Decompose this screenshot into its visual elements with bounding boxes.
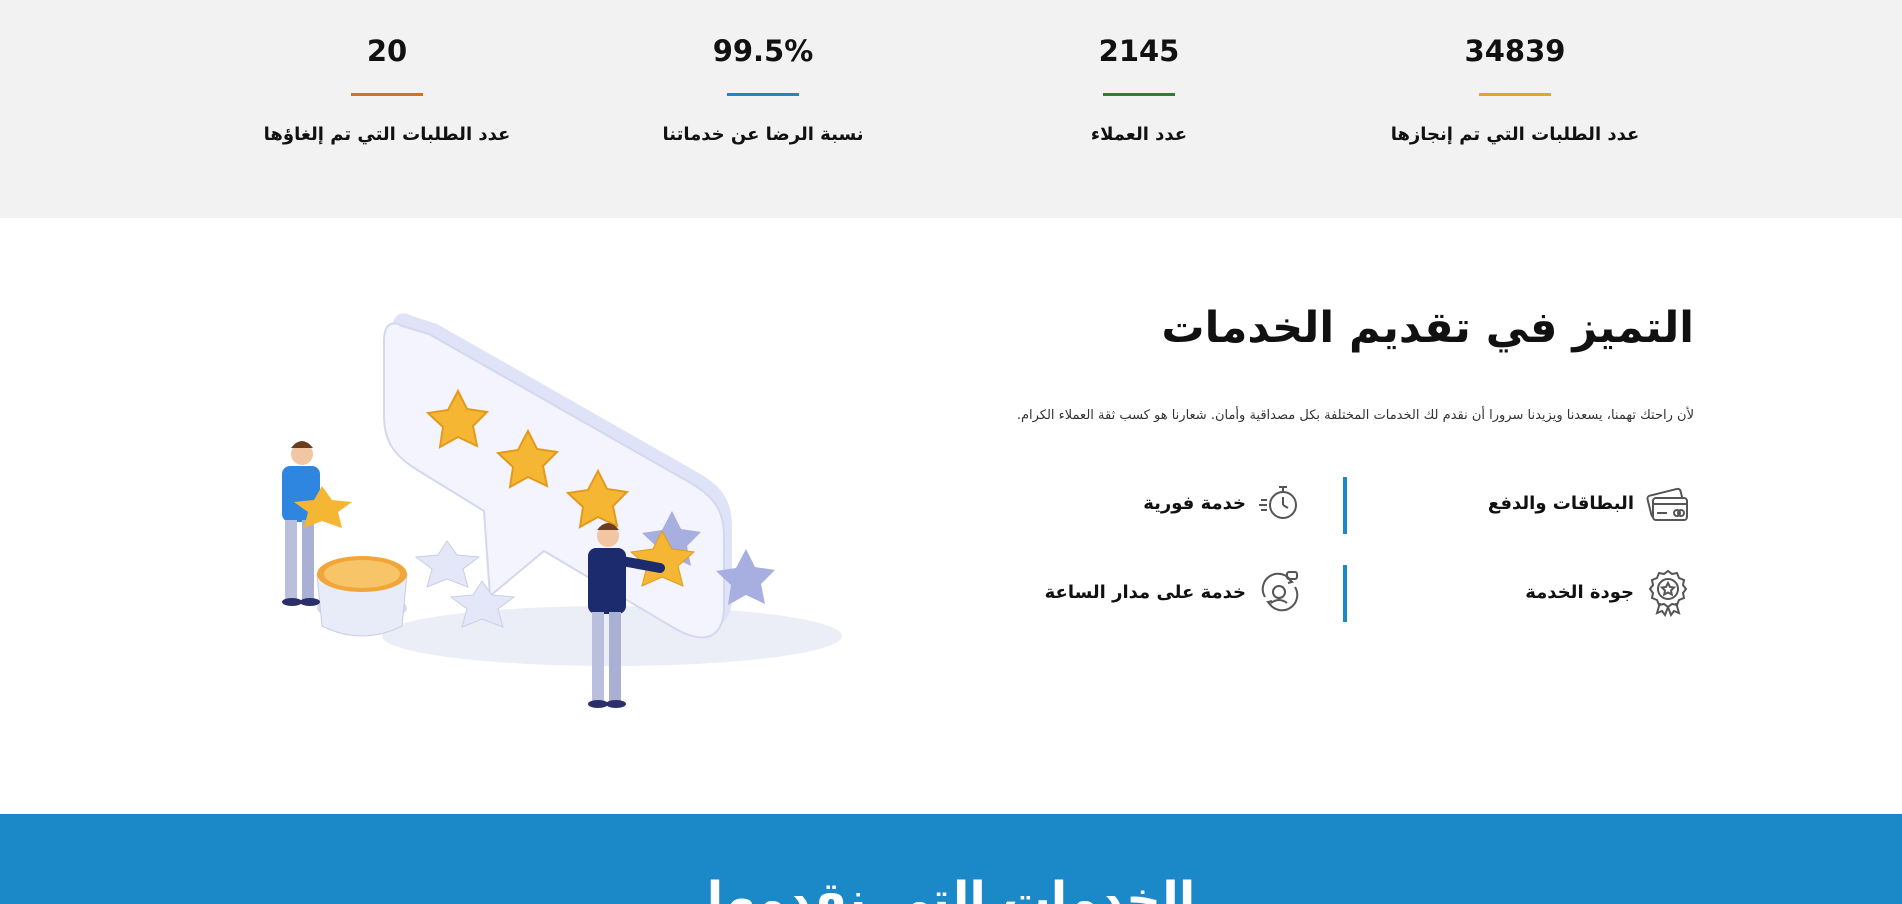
stat-underline: [1103, 93, 1175, 96]
stat-underline: [727, 93, 799, 96]
feature-round-the-clock: خدمة على مدار الساعة: [1045, 563, 1306, 621]
feature-divider: [1343, 477, 1347, 534]
feature-label: البطاقات والدفع: [1487, 492, 1634, 514]
support-agent-icon: [1254, 566, 1306, 618]
stat-label: عدد الطلبات التي تم إلغاؤها: [263, 124, 511, 145]
credit-card-icon: [1642, 477, 1694, 529]
services-section: الخدمات التي نقدمها: [0, 814, 1902, 904]
services-title: الخدمات التي نقدمها: [706, 872, 1196, 904]
features-title: التميز في تقديم الخدمات: [1161, 303, 1694, 353]
stat-label: عدد الطلبات التي تم إنجازها: [1390, 124, 1640, 145]
feature-instant-service: خدمة فورية: [1143, 474, 1306, 532]
stat-label: عدد العملاء: [1090, 124, 1188, 145]
features-section: التميز في تقديم الخدمات لأن راحتك تهمنا،…: [0, 218, 1902, 814]
award-badge-icon: [1642, 566, 1694, 618]
feature-label: خدمة على مدار الساعة: [1044, 581, 1246, 603]
feature-service-quality: جودة الخدمة: [1525, 563, 1694, 621]
stat-underline: [1479, 93, 1551, 96]
feature-divider: [1343, 565, 1347, 622]
stopwatch-icon: [1254, 477, 1306, 529]
feature-cards-payment: البطاقات والدفع: [1488, 474, 1694, 532]
feature-label: جودة الخدمة: [1525, 581, 1634, 603]
stat-underline: [351, 93, 423, 96]
stats-section: 34839 عدد الطلبات التي تم إنجازها 2145 ع…: [0, 0, 1902, 218]
features-description: لأن راحتك تهمنا، يسعدنا ويزيدنا سرورا أن…: [1016, 408, 1694, 423]
stat-label: نسبة الرضا عن خدماتنا: [662, 124, 864, 145]
stat-value: 34839: [1464, 34, 1566, 68]
stat-value: 20: [366, 34, 408, 68]
feature-label: خدمة فورية: [1143, 492, 1246, 514]
stat-value: 99.5%: [712, 34, 814, 68]
rating-illustration: [282, 313, 842, 708]
stat-value: 2145: [1098, 34, 1180, 68]
